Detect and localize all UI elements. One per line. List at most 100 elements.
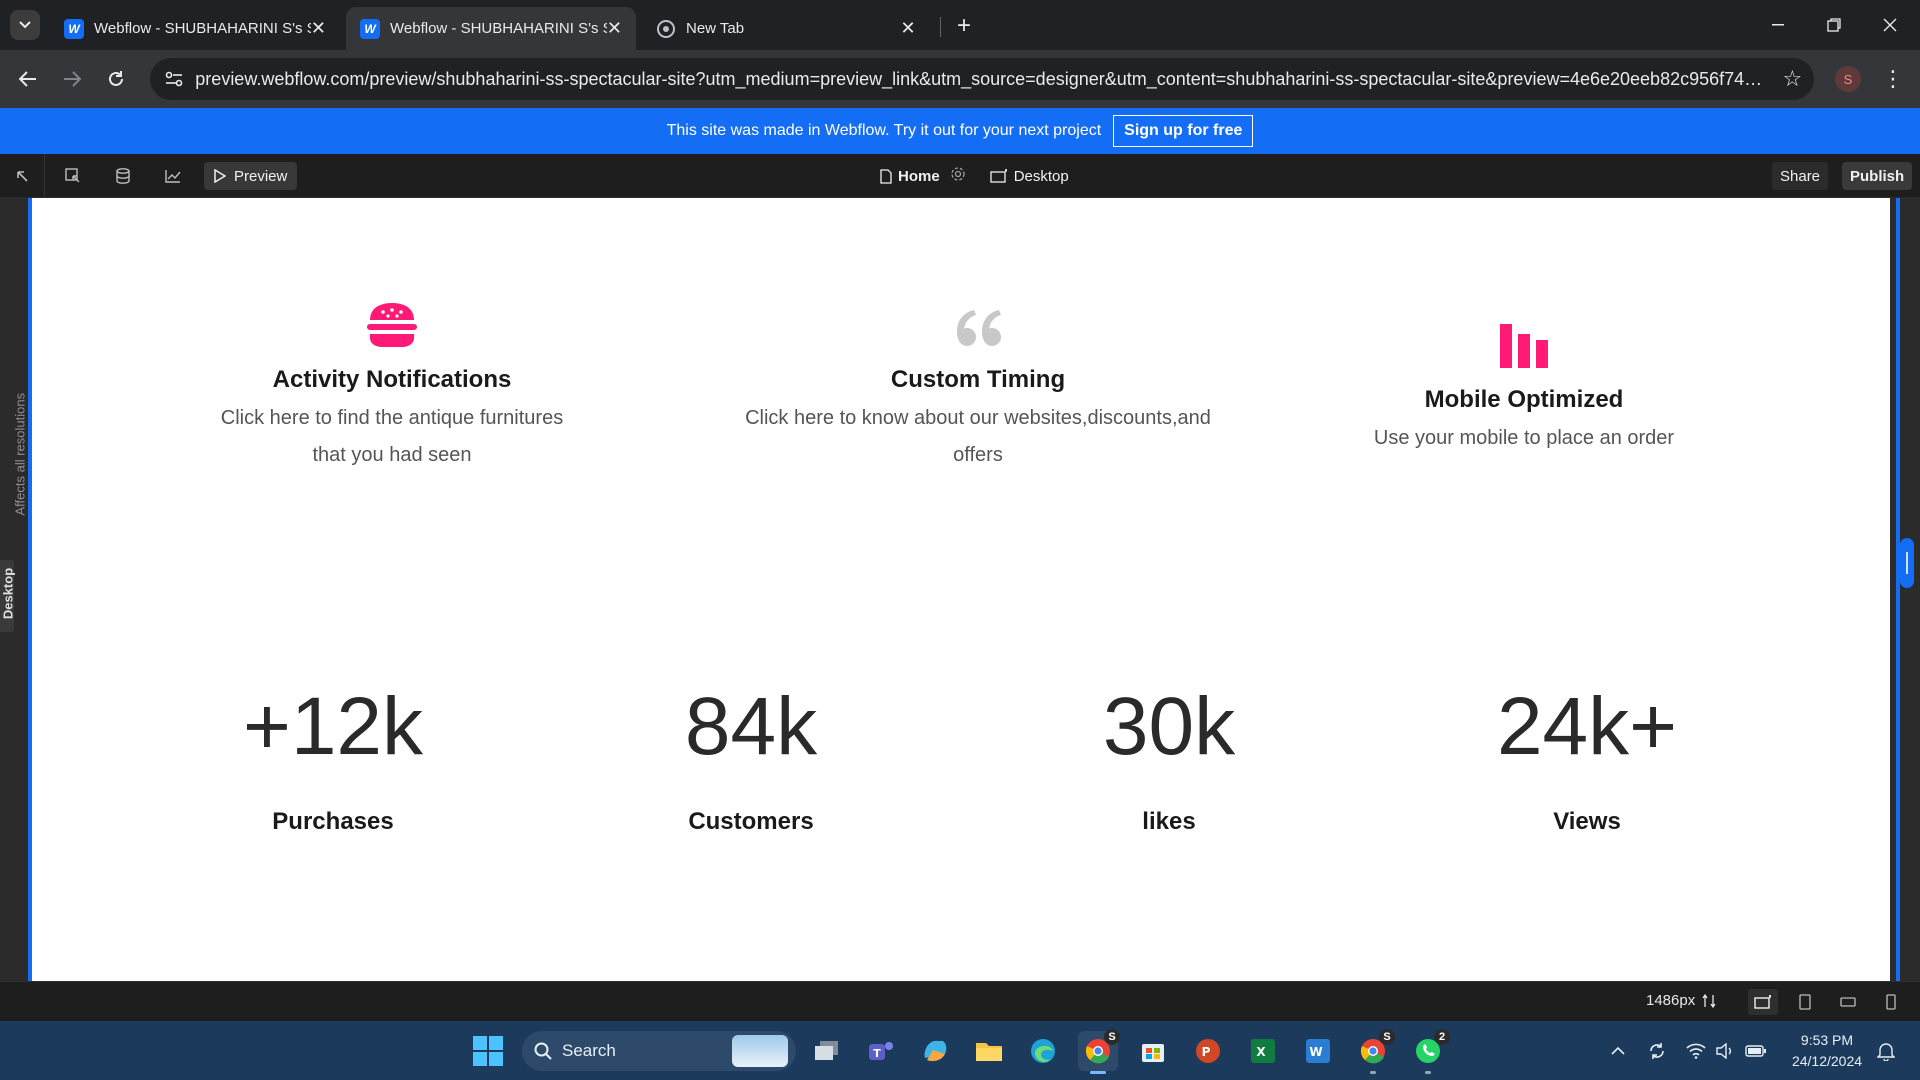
sync-icon[interactable] [1645,1039,1669,1063]
battery-icon[interactable] [1744,1039,1768,1063]
powerpoint-app-button[interactable]: P [1188,1031,1228,1071]
chrome-profile-app-button[interactable]: S [1353,1029,1395,1074]
teams-app-button[interactable]: T [861,1031,901,1071]
chevron-down-icon [19,21,31,29]
wifi-icon[interactable] [1684,1039,1708,1063]
browser-menu-icon[interactable]: ⋮ [1878,62,1908,96]
canvas-width-readout[interactable]: 1486px [1646,992,1717,1009]
tab-search-button[interactable] [10,10,40,40]
feature-description-line: Click here to find the antique furniture… [220,407,564,429]
stat-purchases: +12k Purchases [153,686,513,836]
breakpoint-portrait-button[interactable] [1876,989,1906,1015]
windows-start-button[interactable] [472,1035,504,1067]
word-icon: W [1306,1039,1330,1063]
notification-bell-icon[interactable] [1874,1039,1898,1063]
task-view-icon [815,1041,838,1060]
tablet-icon [1799,994,1811,1010]
webflow-designer-bar: Preview Home Desktop Share Publish [0,154,1920,198]
show-hidden-icons-chevron-icon[interactable] [1606,1039,1630,1063]
device-label: Desktop [1013,167,1069,185]
mobile-portrait-icon [1886,994,1896,1010]
task-view-button[interactable] [807,1031,847,1071]
breakpoint-side-rail: Affects all resolutions Desktop [0,198,28,981]
affects-all-resolutions-label: Affects all resolutions [12,392,28,516]
teams-icon: T [869,1042,893,1060]
webflow-promo-bar: This site was made in Webflow. Try it ou… [0,108,1920,154]
cms-database-icon[interactable] [108,162,138,190]
feature-description[interactable]: Click here to know about our websites,di… [718,400,1238,474]
svg-text:T: T [873,1047,881,1060]
back-button[interactable] [12,63,44,95]
url-text[interactable]: preview.webflow.com/preview/shubhaharini… [195,69,1770,90]
close-icon [1883,18,1897,32]
device-selector[interactable]: Desktop [990,168,1069,185]
feature-title: Activity Notifications [272,366,512,393]
chrome-profile-badge: S [1104,1029,1120,1045]
restore-button[interactable] [1806,0,1862,50]
copilot-app-button[interactable] [915,1031,955,1071]
close-window-button[interactable] [1862,0,1918,50]
close-tab-icon[interactable]: ✕ [311,18,326,39]
page-settings-gear-icon[interactable] [950,166,966,186]
preview-button[interactable]: Preview [204,162,298,190]
browser-tab-1[interactable]: W Webflow - SHUBHAHARINI S's Spectacular… [50,7,340,50]
chrome-app-button[interactable]: S [1078,1029,1120,1074]
canvas-resize-handle[interactable] [1900,538,1914,588]
address-bar[interactable]: preview.webflow.com/preview/shubhaharini… [150,58,1814,100]
browser-tab-3[interactable]: New Tab ✕ [642,7,932,50]
breakpoint-desktop-button[interactable] [1748,989,1778,1015]
signup-button[interactable]: Sign up for free [1113,115,1254,147]
new-tab-button[interactable]: + [950,12,978,40]
svg-text:W: W [1309,1045,1322,1059]
stat-customers: 84k Customers [571,686,931,836]
burger-icon [192,288,592,348]
profile-avatar[interactable]: S [1835,66,1861,92]
feature-description-line: Click here to know about our websites,di… [745,407,1211,429]
select-element-icon[interactable] [58,162,88,190]
edge-icon [1031,1039,1055,1063]
publish-button[interactable]: Publish [1842,162,1913,190]
minimize-button[interactable] [1750,0,1806,50]
page-selector[interactable]: Home [880,168,940,185]
designer-canvas: Affects all resolutions Desktop Activity… [0,198,1920,981]
analytics-chart-icon[interactable] [158,162,188,190]
desktop-breakpoint-icon [990,169,1007,183]
feature-description[interactable]: Click here to find the antique furniture… [192,400,592,474]
forward-button[interactable] [56,63,88,95]
volume-icon[interactable] [1713,1039,1737,1063]
whatsapp-app-button[interactable]: 2 [1408,1029,1450,1074]
page-label: Home [898,167,940,185]
close-tab-icon[interactable]: ✕ [898,18,918,39]
edge-app-button[interactable] [1023,1031,1063,1071]
word-app-button[interactable]: W [1298,1031,1338,1071]
share-button[interactable]: Share [1772,162,1829,190]
desktop-breakpoint-tab[interactable]: Desktop [0,560,16,632]
stat-views: 24k+ Views [1407,686,1767,836]
file-explorer-button[interactable] [969,1031,1009,1071]
chrome-favicon-icon [656,19,676,39]
taskbar-clock[interactable]: 9:53 PM 24/12/2024 [1786,1030,1868,1072]
svg-text:P: P [1202,1045,1211,1059]
pointer-arrow-icon[interactable] [7,162,37,190]
stat-label: Views [1553,808,1621,835]
page-device-selector: Home Desktop [880,162,1069,190]
close-tab-icon[interactable]: ✕ [607,18,622,39]
copilot-icon [924,1040,947,1062]
windows-logo-icon [473,1036,503,1066]
bookmark-star-icon[interactable]: ☆ [1771,58,1814,100]
ms-store-button[interactable] [1133,1031,1173,1071]
browser-tab-2[interactable]: W Webflow - SHUBHAHARINI S's Spectacular… [346,7,636,50]
site-settings-icon[interactable] [154,58,193,100]
desktop-star-icon [1754,995,1771,1009]
breakpoint-tablet-button[interactable] [1790,989,1820,1015]
minimize-icon [1772,24,1784,26]
feature-description-line: Use your mobile to place an order [1373,427,1675,449]
feature-custom-timing: Custom Timing Click here to know about o… [718,288,1238,474]
reload-button[interactable] [100,63,132,95]
taskbar-search-box[interactable]: Search [522,1031,796,1071]
store-icon [1142,1044,1164,1062]
preview-label: Preview [234,167,288,185]
feature-description[interactable]: Use your mobile to place an order [1324,420,1724,457]
excel-app-button[interactable]: X [1243,1031,1283,1071]
breakpoint-landscape-button[interactable] [1833,989,1863,1015]
